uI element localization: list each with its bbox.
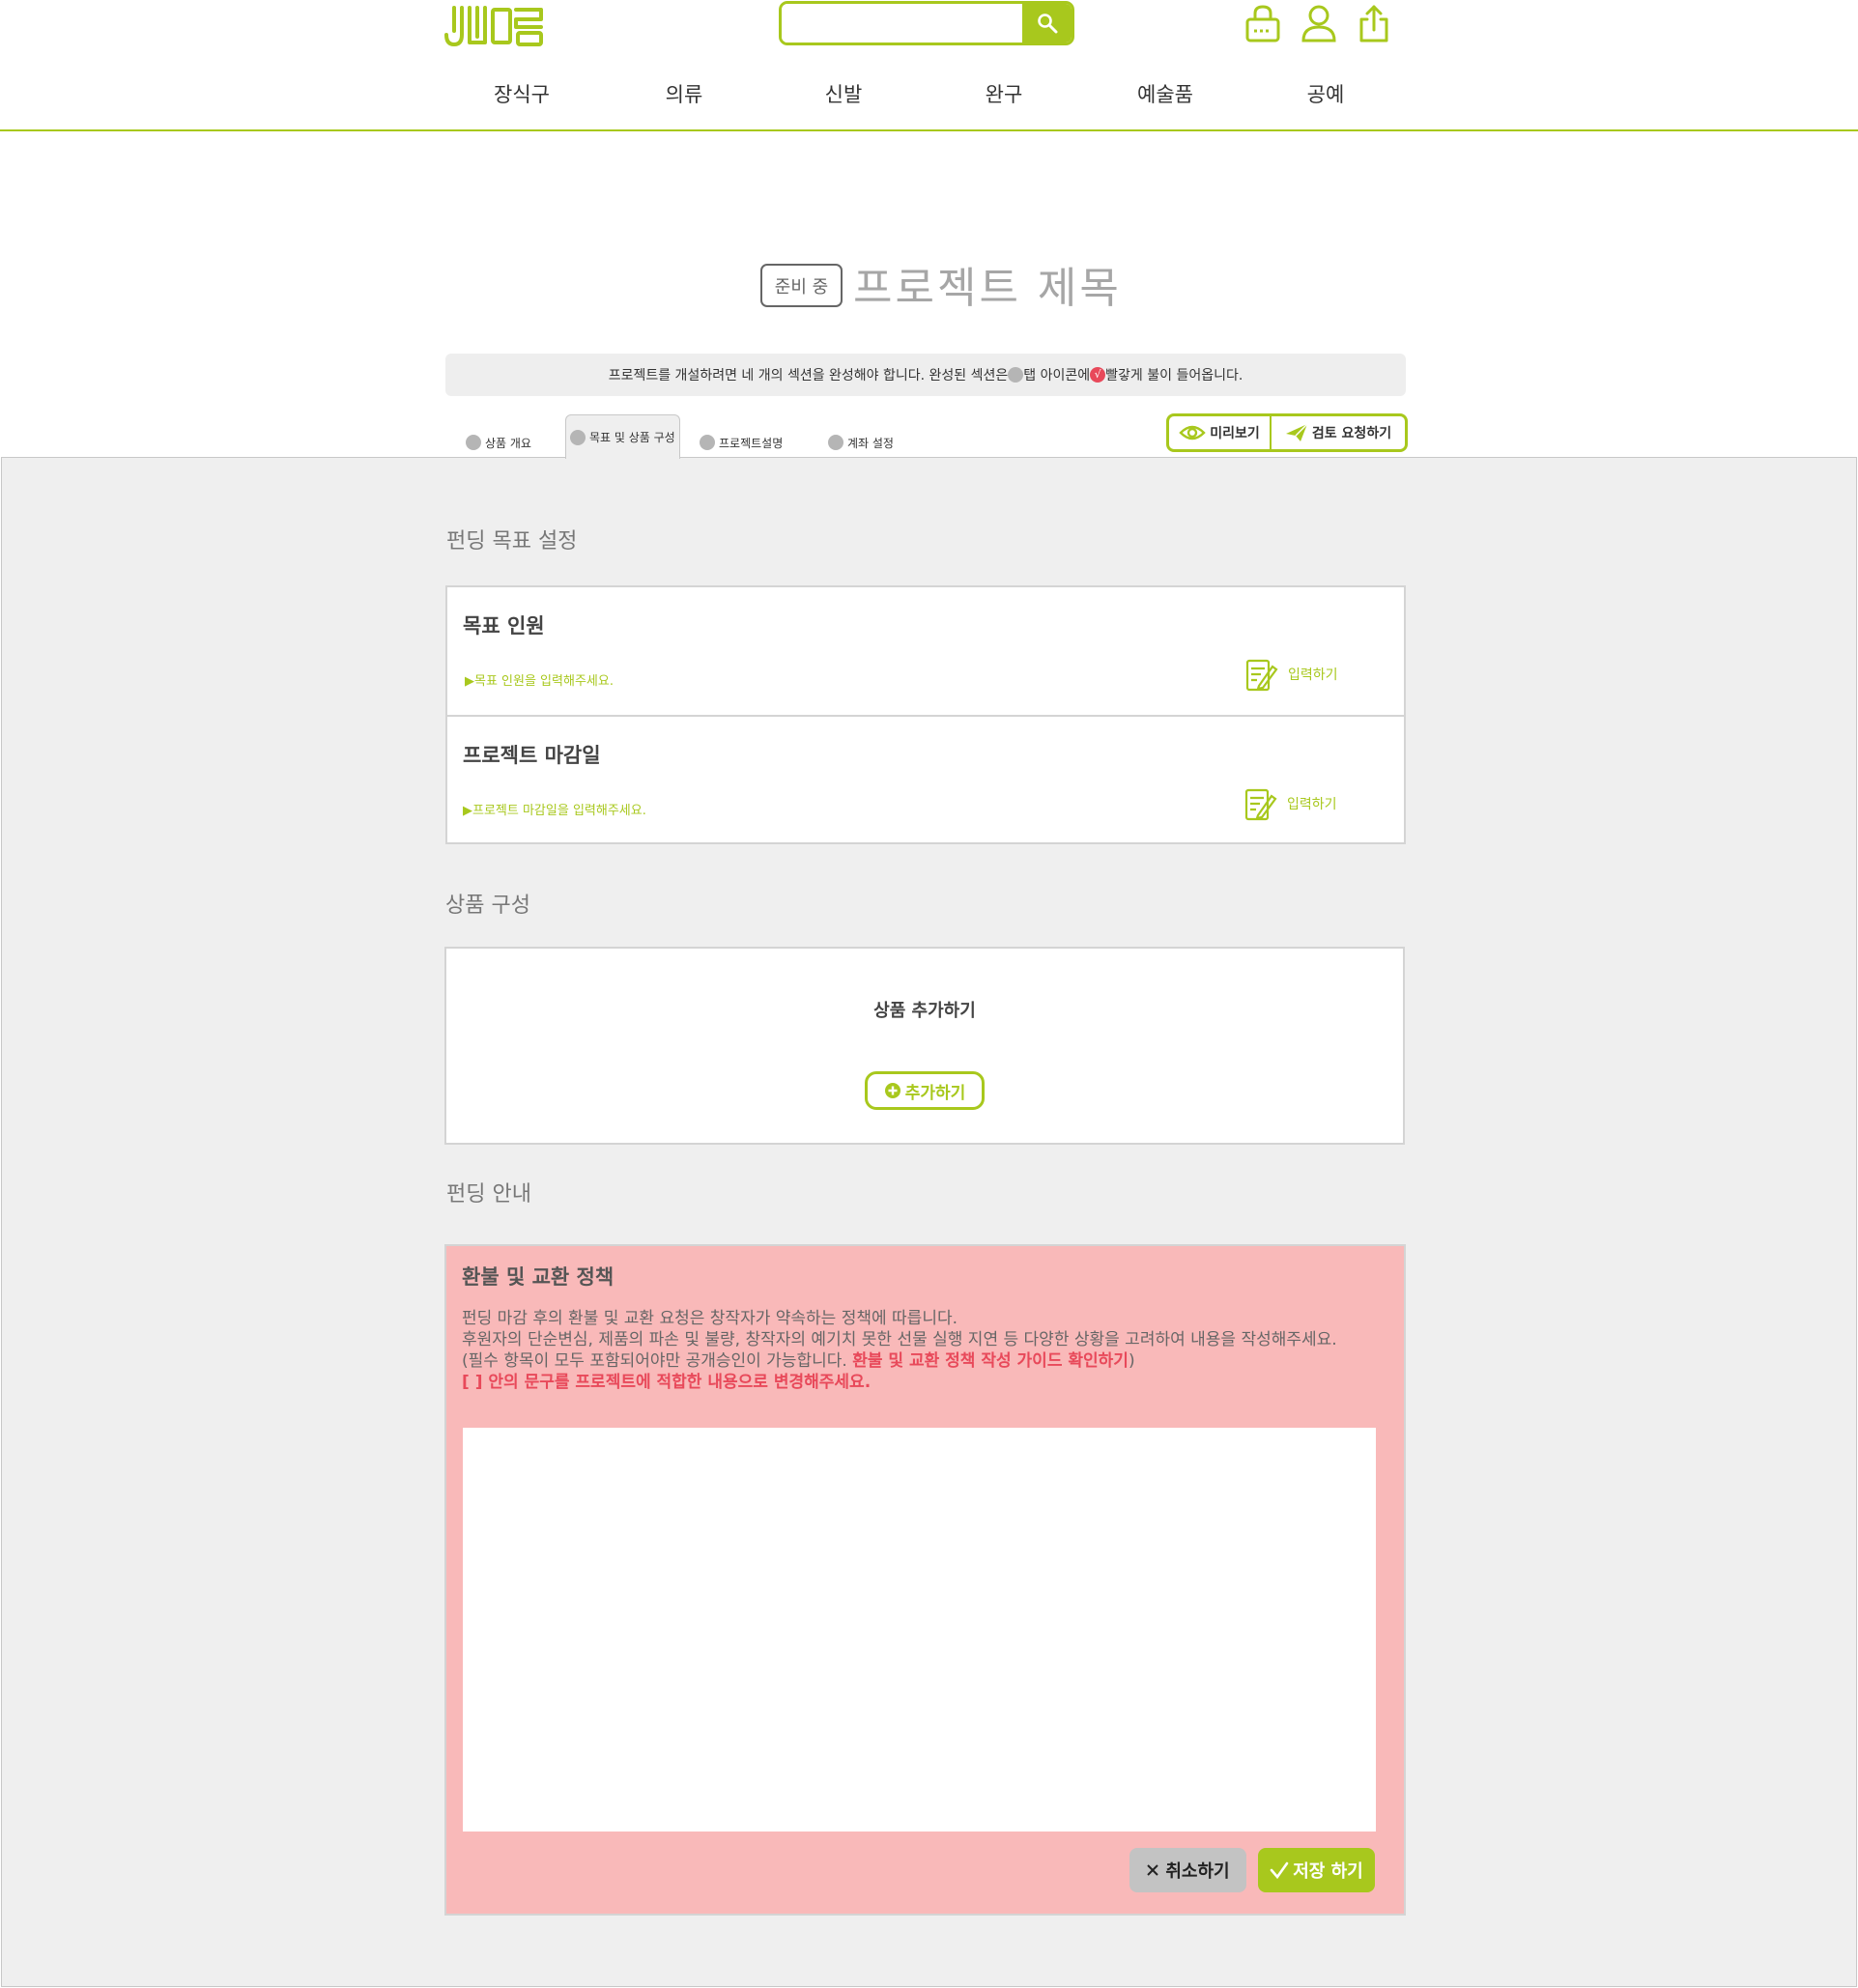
cart-icon[interactable] [1244, 4, 1281, 43]
edit-note-icon [1244, 788, 1277, 821]
category-nav: 장식구 의류 신발 완구 예술품 공예 [454, 79, 1382, 114]
policy-line-3-b: ) [1128, 1351, 1135, 1371]
nav-item-shoes[interactable]: 신발 [825, 79, 863, 108]
policy-line-2: 후원자의 단순변심, 제품의 파손 및 불량, 창작자의 예기치 못한 선물 실… [462, 1330, 1337, 1349]
status-badge: 준비 중 [760, 264, 843, 307]
search-icon [1037, 14, 1057, 34]
user-icon [1301, 5, 1336, 43]
incomplete-dot-icon [1008, 367, 1024, 383]
tab-product-overview[interactable]: 상품 개요 [466, 429, 531, 456]
notice-text-2: 탭 아이콘에 [1023, 368, 1091, 383]
nav-item-crafts[interactable]: 공예 [1307, 79, 1345, 108]
row-divider [447, 715, 1404, 717]
tab-status-dot-icon [570, 429, 586, 445]
search-input[interactable] [782, 4, 1022, 43]
policy-title: 환불 및 교환 정책 [462, 1265, 615, 1289]
tab-label: 프로젝트설명 [719, 436, 784, 450]
tab-actions: 미리보기 검토 요청하기 [1166, 413, 1408, 452]
goal-people-input-button[interactable]: 입력하기 [1245, 657, 1338, 692]
policy-line-3: (필수 항목이 모두 포함되어야만 공개승인이 가능합니다. 환불 및 교환 정… [462, 1350, 1389, 1372]
tab-label: 목표 및 상품 구성 [589, 431, 675, 444]
header-divider [0, 129, 1858, 131]
goal-people-hint: ▶목표 인원을 입력해주세요. [465, 674, 614, 689]
tab-status-dot-icon [828, 435, 843, 450]
goal-people-input-label: 입력하기 [1288, 667, 1338, 683]
deadline-input-button[interactable]: 입력하기 [1244, 786, 1337, 821]
tab-label: 상품 개요 [485, 436, 531, 450]
policy-guide-link[interactable]: 환불 및 교환 정책 작성 가이드 확인하기 [852, 1351, 1129, 1371]
save-label: 저장 하기 [1293, 1861, 1363, 1882]
page-title: 프로젝트 제목 [853, 264, 1122, 313]
nav-item-clothing[interactable]: 의류 [666, 79, 703, 108]
preview-button[interactable]: 미리보기 [1169, 416, 1270, 449]
tab-account-settings[interactable]: 계좌 설정 [828, 429, 894, 456]
share-icon[interactable] [1356, 4, 1392, 43]
logo-mark-icon [444, 6, 543, 46]
search-bar [779, 1, 1074, 45]
section-title-funding-goal: 펀딩 목표 설정 [446, 529, 578, 554]
check-icon [1270, 1861, 1289, 1879]
paper-plane-icon [1285, 423, 1308, 441]
nav-item-ornaments[interactable]: 장식구 [494, 79, 550, 108]
refund-policy-box: 환불 및 교환 정책 펀딩 마감 후의 환불 및 교환 요청은 창작자가 약속하… [444, 1244, 1406, 1916]
save-button[interactable]: 저장 하기 [1258, 1848, 1375, 1892]
policy-textarea[interactable] [463, 1428, 1376, 1832]
nav-item-toys[interactable]: 완구 [986, 79, 1023, 108]
logo[interactable] [443, 2, 547, 48]
completion-notice: 프로젝트를 개설하려면 네 개의 섹션을 완성해야 합니다. 완성된 섹션은 탭… [445, 354, 1406, 396]
cancel-button[interactable]: 취소하기 [1129, 1848, 1246, 1892]
deadline-hint: ▶프로젝트 마감일을 입력해주세요. [463, 804, 646, 818]
search-button[interactable] [1022, 4, 1072, 43]
policy-description: 펀딩 마감 후의 환불 및 교환 요청은 창작자가 약속하는 정책에 따릅니다.… [462, 1308, 1389, 1393]
funding-goal-box: 목표 인원 ▶목표 인원을 입력해주세요. 입력하기 프로젝트 마감일 ▶프로젝… [445, 585, 1406, 844]
eye-icon [1179, 425, 1206, 440]
goal-people-title: 목표 인원 [463, 614, 545, 638]
plus-circle-icon [884, 1083, 900, 1098]
notice-text-3: 빨갛게 불이 들어옵니다. [1105, 368, 1243, 383]
edit-note-icon [1245, 659, 1278, 692]
share-icon [1359, 5, 1388, 43]
products-box: 상품 추가하기 추가하기 [444, 947, 1405, 1145]
review-request-button[interactable]: 검토 요청하기 [1270, 416, 1405, 449]
close-icon [1147, 1864, 1159, 1876]
add-product-button[interactable]: 추가하기 [865, 1071, 985, 1110]
tab-project-description[interactable]: 프로젝트설명 [700, 429, 783, 456]
policy-line-1: 펀딩 마감 후의 환불 및 교환 요청은 창작자가 약속하는 정책에 따릅니다. [462, 1309, 958, 1328]
policy-line-4: [ ] 안의 문구를 프로젝트에 적합한 내용으로 변경해주세요. [462, 1373, 872, 1392]
add-product-button-label: 추가하기 [904, 1083, 966, 1103]
policy-line-3-a: (필수 항목이 모두 포함되어야만 공개승인이 가능합니다. [462, 1351, 847, 1371]
user-icon[interactable] [1301, 4, 1337, 43]
cart-icon [1245, 5, 1280, 43]
add-product-label: 상품 추가하기 [873, 1001, 976, 1021]
tab-status-dot-icon [466, 435, 481, 450]
tab-goal-products[interactable]: 목표 및 상품 구성 [565, 414, 680, 459]
complete-check-icon: √ [1090, 367, 1106, 383]
deadline-input-label: 입력하기 [1287, 797, 1337, 812]
review-label: 검토 요청하기 [1311, 426, 1392, 441]
deadline-title: 프로젝트 마감일 [463, 744, 601, 767]
preview-label: 미리보기 [1210, 426, 1260, 441]
tab-label: 계좌 설정 [847, 436, 894, 450]
cancel-label: 취소하기 [1165, 1861, 1230, 1882]
section-title-guide: 펀딩 안내 [446, 1182, 531, 1207]
notice-text-1: 프로젝트를 개설하려면 네 개의 섹션을 완성해야 합니다. 완성된 섹션은 [608, 368, 1009, 383]
nav-item-art[interactable]: 예술품 [1137, 79, 1193, 108]
tab-status-dot-icon [700, 435, 715, 450]
section-title-products: 상품 구성 [445, 894, 530, 918]
